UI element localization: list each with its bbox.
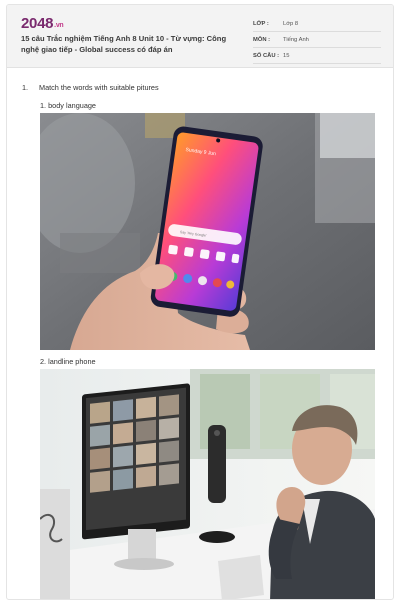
- logo-text: 2048: [21, 15, 54, 32]
- meta-row-subject: MÔN : Tiếng Anh: [253, 32, 381, 48]
- question-number: 1.: [22, 83, 29, 92]
- page-title: 15 câu Trắc nghiệm Tiếng Anh 8 Unit 10 -…: [21, 34, 227, 54]
- meta-key: SỐ CÂU :: [253, 52, 280, 59]
- smartphone-in-hand-photo: Sunday 9 Jun Say 'Hey Google': [40, 113, 375, 350]
- meta-value: Tiếng Anh: [283, 36, 309, 43]
- meta-key: MÔN :: [253, 36, 271, 43]
- meta-table: LỚP : Lớp 8 MÔN : Tiếng Anh SỐ CÂU : 15: [253, 16, 381, 64]
- item-label-1: 1. body language: [40, 101, 96, 110]
- site-logo[interactable]: 2048.vn: [21, 15, 64, 32]
- page-header: 2048.vn 15 câu Trắc nghiệm Tiếng Anh 8 U…: [7, 5, 393, 68]
- meta-row-count: SỐ CÂU : 15: [253, 48, 381, 64]
- meta-key: LỚP :: [253, 20, 269, 27]
- meta-row-class: LỚP : Lớp 8: [253, 16, 381, 32]
- meta-value: 15: [283, 52, 290, 59]
- meta-value: Lớp 8: [283, 20, 299, 27]
- question-page: 2048.vn 15 câu Trắc nghiệm Tiếng Anh 8 U…: [6, 4, 394, 600]
- item-label-2: 2. landline phone: [40, 357, 96, 366]
- logo-suffix: .vn: [54, 22, 64, 29]
- video-conference-photo: [40, 369, 375, 599]
- question-text: Match the words with suitable pitures: [39, 83, 159, 92]
